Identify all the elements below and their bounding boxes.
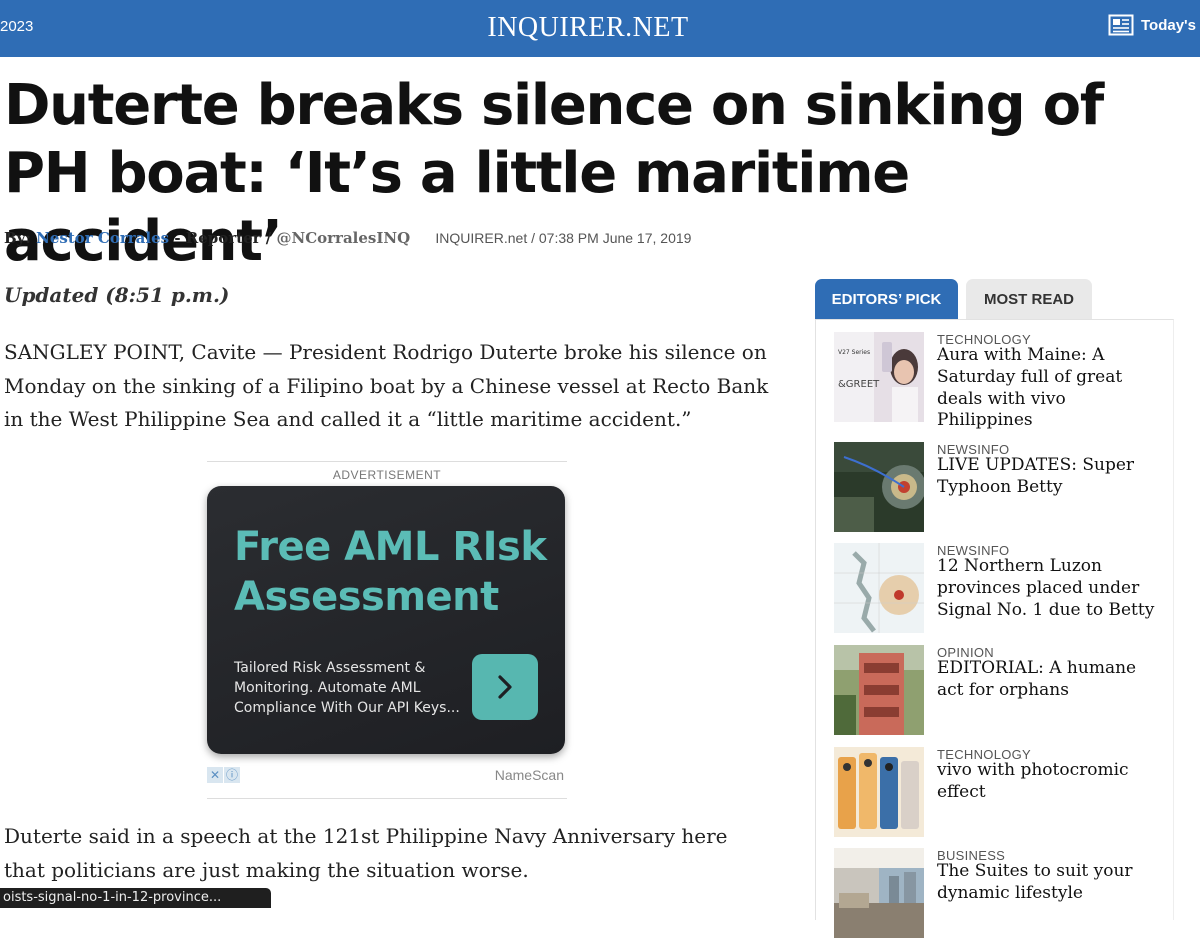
- condo-interior-thumbnail[interactable]: [834, 848, 924, 938]
- author-role: - Reporter /: [174, 229, 272, 247]
- item-title[interactable]: The Suites to suit your dynamic lifestyl…: [937, 861, 1162, 905]
- newspaper-icon: [1108, 14, 1134, 36]
- advertisement-block: ADVERTISEMENT Free AML RIsk Assessment T…: [207, 461, 567, 799]
- svg-text:&GREET: &GREET: [838, 379, 880, 390]
- list-item[interactable]: V27 Series &GREET TECHNOLOGY Aura with M…: [834, 320, 1164, 430]
- link-status-bar: oists-signal-no-1-in-12-province...: [0, 888, 271, 908]
- site-logo[interactable]: INQUIRER.NET: [0, 12, 1176, 44]
- editors-pick-list: V27 Series &GREET TECHNOLOGY Aura with M…: [815, 319, 1174, 938]
- item-title[interactable]: LIVE UPDATES: Super Typhoon Betty: [937, 455, 1162, 499]
- todays-paper-label[interactable]: Today's P: [1141, 17, 1200, 34]
- updated-notice: Updated (8:51 p.m.): [4, 283, 230, 307]
- svg-text:V27 Series: V27 Series: [838, 349, 870, 356]
- ad-info-icon[interactable]: ⓘ: [224, 767, 240, 783]
- author-link[interactable]: Nestor Corrales: [36, 229, 169, 247]
- list-item[interactable]: BUSINESS The Suites to suit your dynamic…: [834, 836, 1164, 938]
- storm-track-map-thumbnail[interactable]: [834, 543, 924, 633]
- ad-headline[interactable]: Free AML RIsk Assessment: [234, 522, 554, 622]
- author-twitter-handle[interactable]: @NCorralesINQ: [277, 229, 411, 247]
- article-paragraph: SANGLEY POINT, Cavite — President Rodrig…: [4, 340, 769, 431]
- advertisement-label: ADVERTISEMENT: [332, 468, 442, 482]
- byline: By: Nestor Corrales - Reporter / @NCorra…: [4, 229, 691, 247]
- item-title[interactable]: Aura with Maine: A Saturday full of grea…: [937, 345, 1162, 432]
- list-item[interactable]: NEWSINFO LIVE UPDATES: Super Typhoon Bet…: [834, 430, 1164, 532]
- list-item[interactable]: OPINION EDITORIAL: A humane act for orph…: [834, 633, 1164, 735]
- source-timestamp: INQUIRER.net / 07:38 PM June 17, 2019: [435, 230, 692, 246]
- todays-paper-link[interactable]: Today's P: [1108, 14, 1200, 36]
- vivo-phones-thumbnail[interactable]: [834, 747, 924, 837]
- item-title[interactable]: 12 Northern Luzon provinces placed under…: [937, 556, 1162, 621]
- ad-close-icon[interactable]: ✕: [207, 767, 223, 783]
- tab-editors-pick[interactable]: EDITORS’ PICK: [815, 279, 958, 319]
- byline-prefix: By:: [4, 229, 31, 247]
- item-title[interactable]: vivo with photocromic effect: [937, 760, 1162, 804]
- orphanage-building-thumbnail[interactable]: [834, 645, 924, 735]
- item-title[interactable]: EDITORIAL: A humane act for orphans: [937, 658, 1162, 702]
- site-header: 2023 INQUIRER.NET Today's P: [0, 0, 1200, 57]
- ad-body[interactable]: Tailored Risk Assessment & Monitoring. A…: [234, 658, 474, 718]
- ad-sponsor[interactable]: NameScan: [495, 767, 564, 783]
- ad-arrow-button[interactable]: [472, 654, 538, 720]
- list-item[interactable]: NEWSINFO 12 Northern Luzon provinces pla…: [834, 531, 1164, 633]
- list-item[interactable]: TECHNOLOGY vivo with photocromic effect: [834, 735, 1164, 837]
- tab-most-read[interactable]: MOST READ: [966, 279, 1092, 319]
- chevron-right-icon: [498, 675, 512, 699]
- vivo-promo-thumbnail[interactable]: V27 Series &GREET: [834, 332, 924, 422]
- ad-card[interactable]: Free AML RIsk Assessment Tailored Risk A…: [207, 486, 565, 754]
- typhoon-satellite-thumbnail[interactable]: [834, 442, 924, 532]
- article-paragraph: Duterte said in a speech at the 121st Ph…: [4, 824, 728, 882]
